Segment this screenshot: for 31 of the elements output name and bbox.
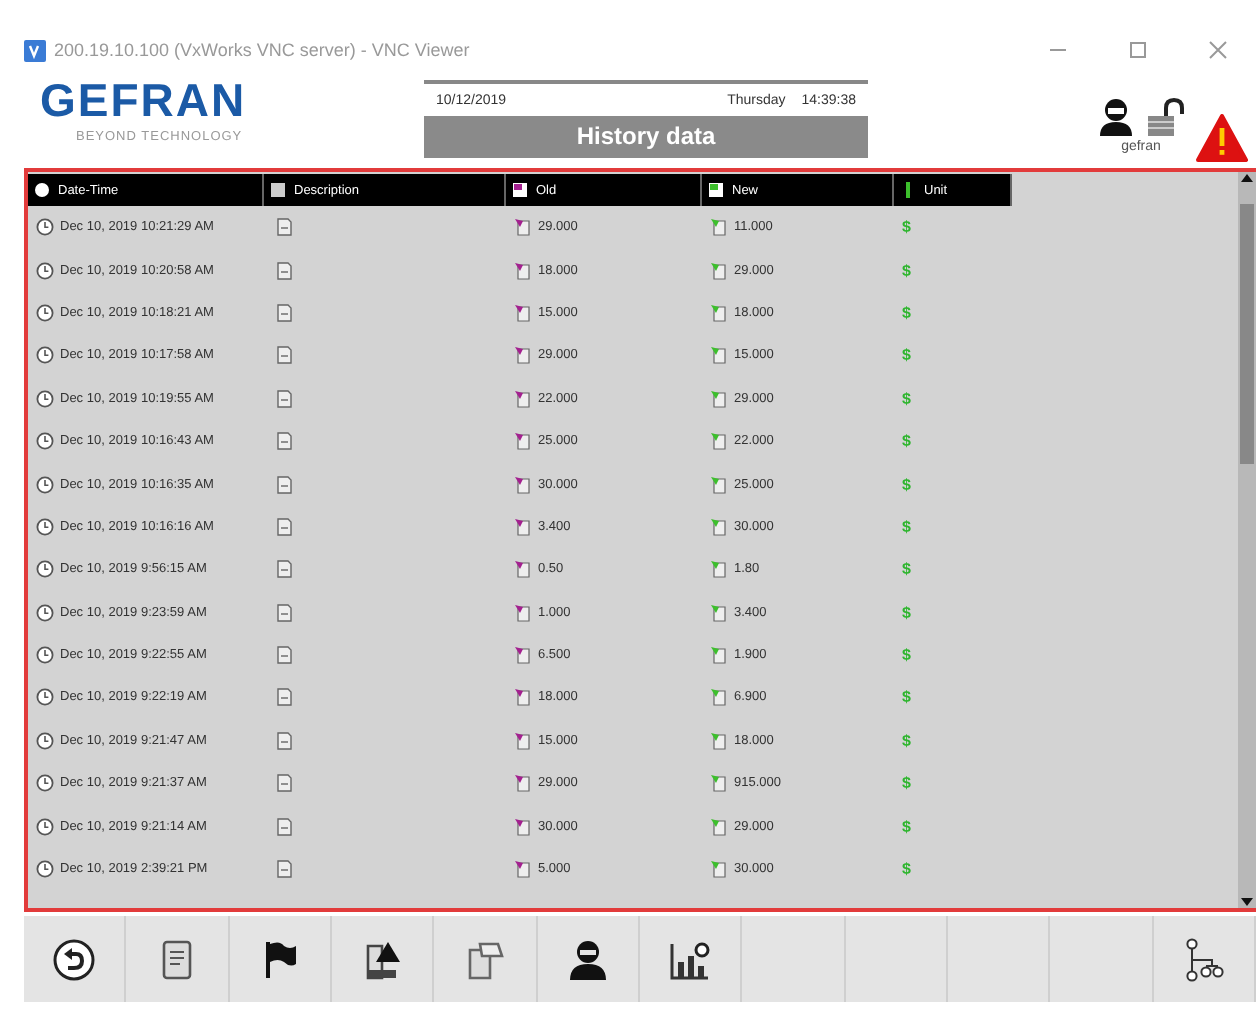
unit-text: $	[902, 475, 911, 494]
scroll-down-icon	[1240, 896, 1254, 908]
unit-text: $	[902, 261, 911, 280]
unit-text: $	[902, 646, 911, 665]
unit-text: $	[902, 560, 911, 579]
unit-text: $	[902, 603, 911, 622]
warning-icon[interactable]	[1196, 113, 1248, 163]
unit-text: $	[902, 774, 911, 793]
app-icon	[24, 39, 46, 61]
user-icon	[1098, 98, 1134, 136]
unit-text: $	[902, 303, 911, 322]
network-icon	[1181, 937, 1226, 981]
unit-text: $	[902, 432, 911, 451]
scrollbar[interactable]	[1238, 172, 1256, 908]
unit-text: $	[902, 218, 911, 237]
back-icon	[52, 937, 97, 981]
maximize-icon	[1128, 40, 1148, 60]
scroll-up-icon	[1240, 172, 1254, 184]
unit-text: $	[902, 688, 911, 707]
unit-text: $	[902, 389, 911, 408]
page-title: History data	[424, 116, 868, 158]
close-icon	[1208, 40, 1228, 60]
unit-text: $	[902, 346, 911, 365]
unit-text: $	[902, 731, 911, 750]
unit-text: $	[902, 817, 911, 836]
window-title: 200.19.10.100 (VxWorks VNC server) - VNC Viewer	[54, 40, 472, 60]
user-icon	[565, 937, 610, 981]
chart-settings-icon	[668, 937, 713, 981]
unit-text: $	[902, 860, 911, 879]
company-logo: GEFRAN	[40, 76, 247, 124]
unit-text: $	[902, 517, 911, 536]
